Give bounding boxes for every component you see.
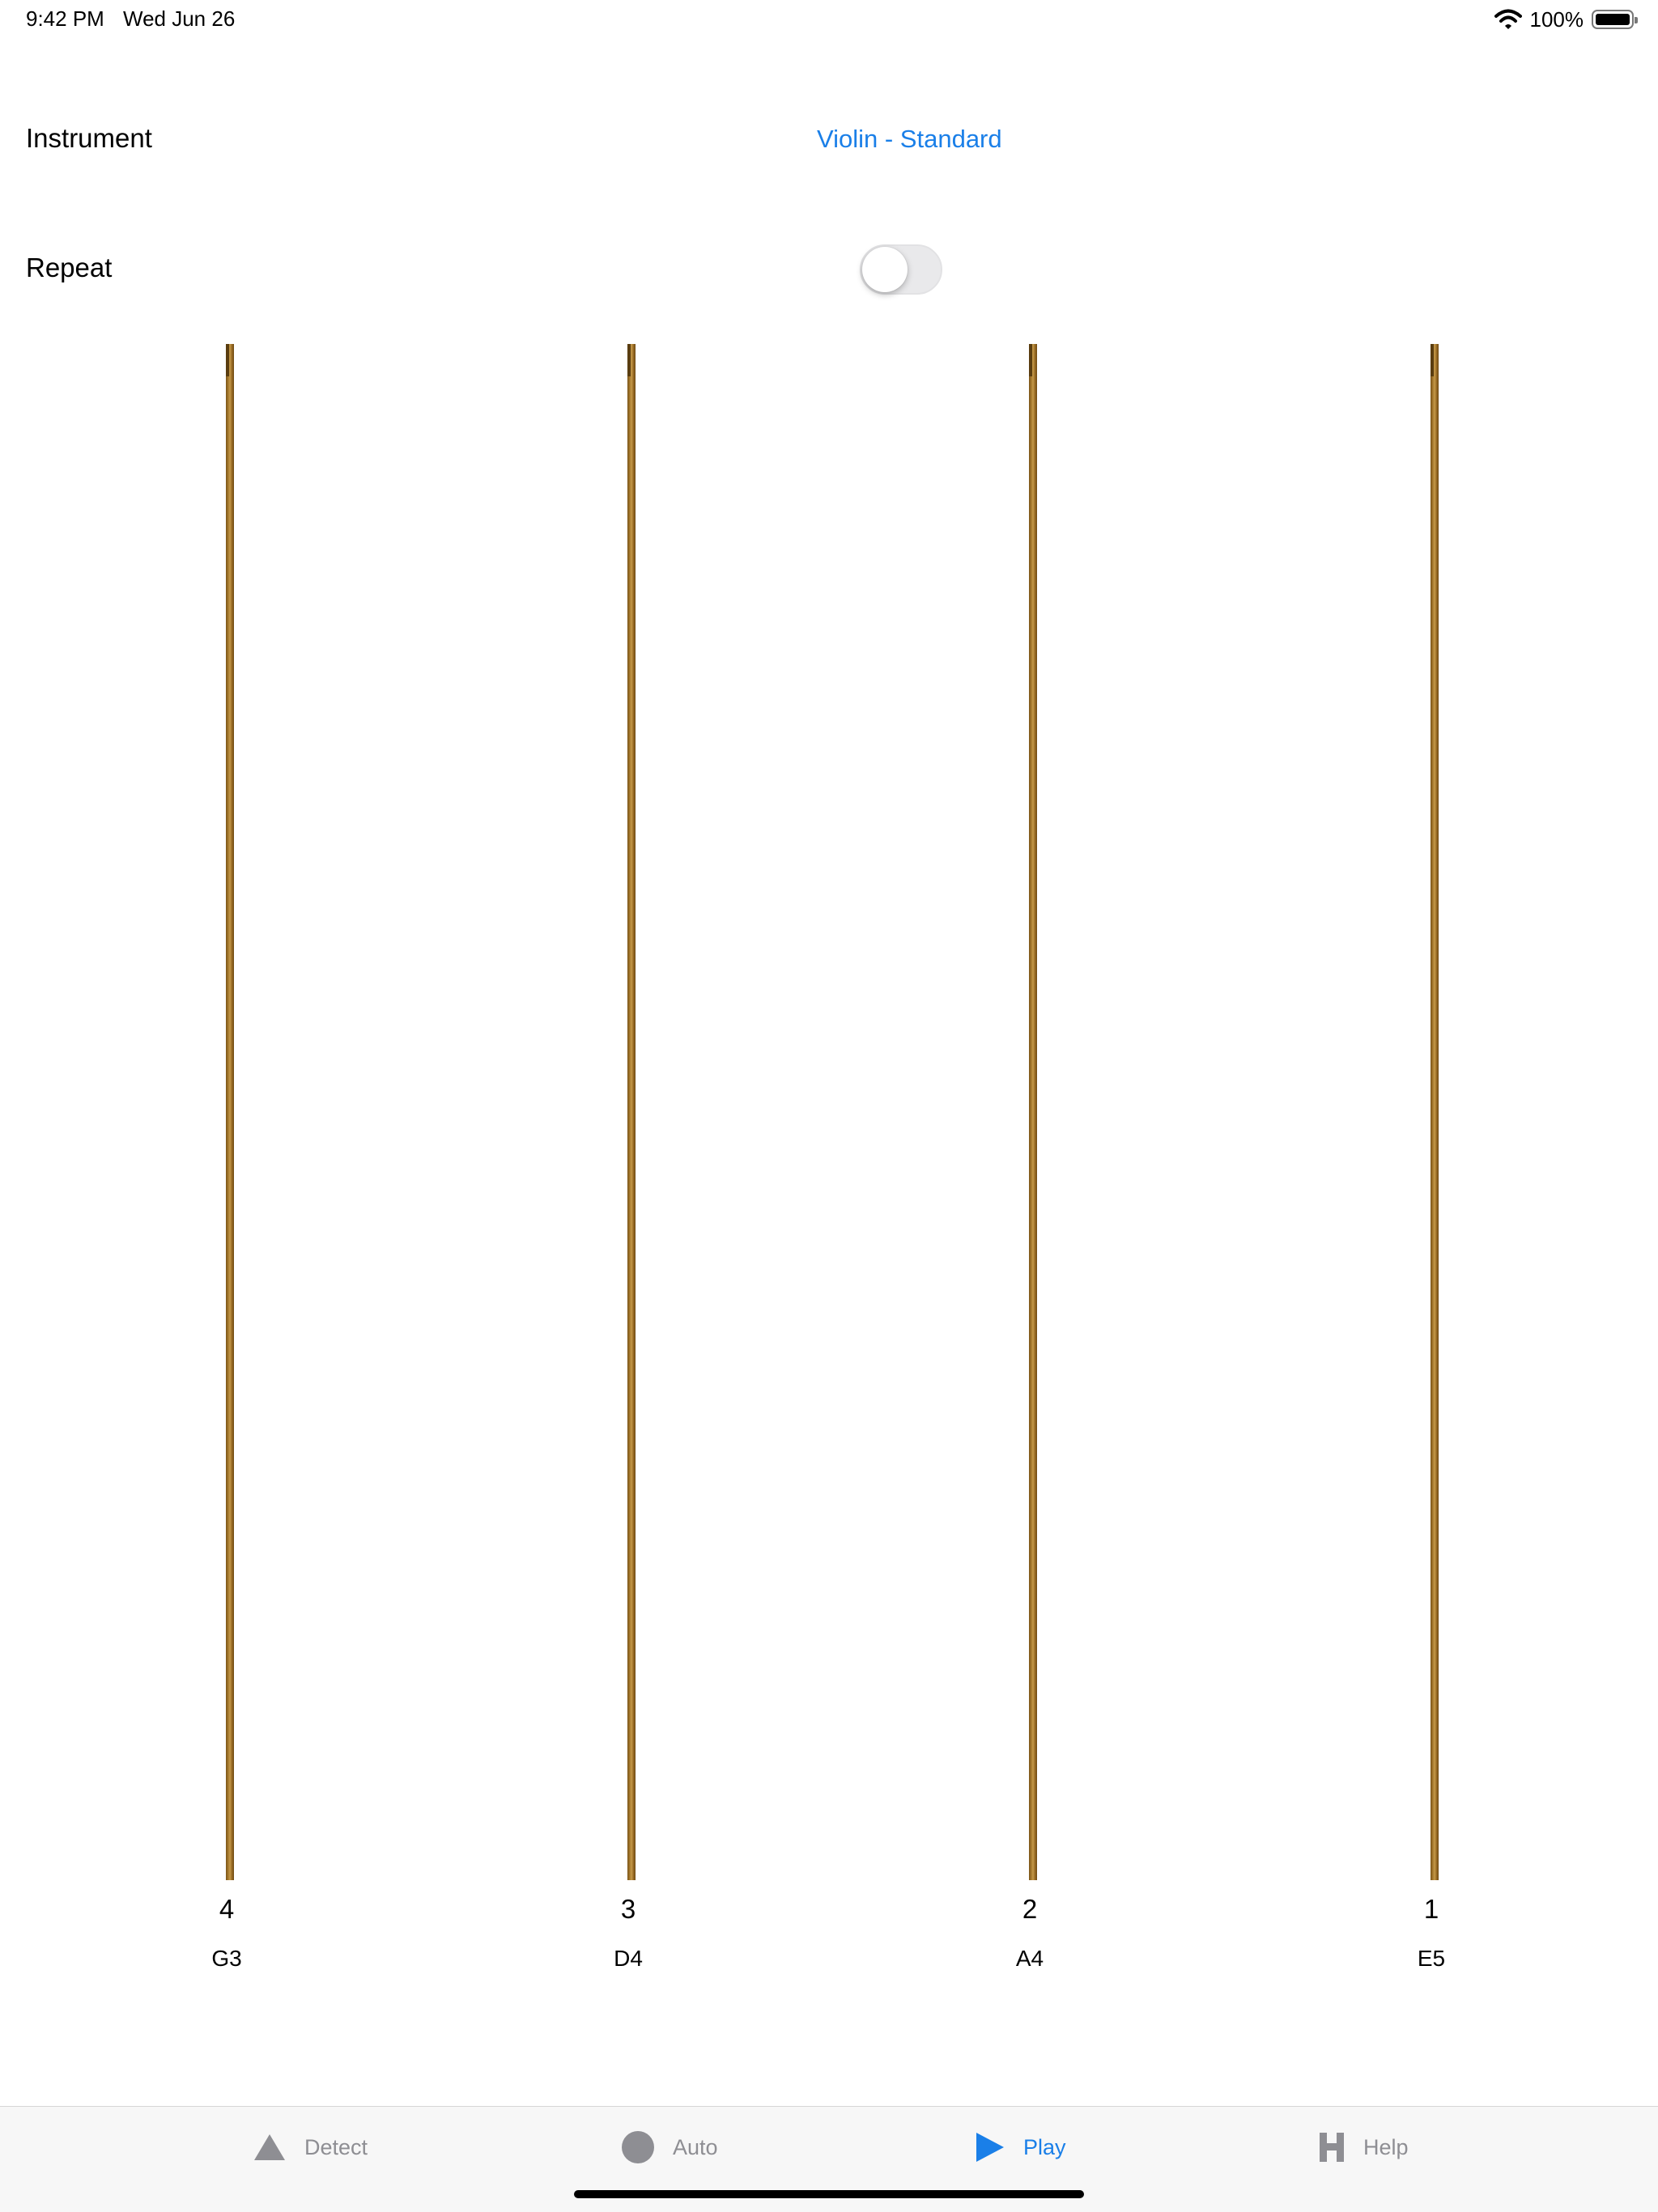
- string-note: E5: [1417, 1946, 1446, 1971]
- tab-label: Help: [1363, 2134, 1409, 2159]
- tab-label: Auto: [673, 2134, 718, 2159]
- tab-help[interactable]: Help: [1318, 2129, 1409, 2165]
- string-2[interactable]: [1029, 344, 1037, 1880]
- string-1[interactable]: [1431, 344, 1439, 1880]
- circle-icon: [621, 2130, 655, 2164]
- string-note: A4: [1015, 1946, 1044, 1971]
- tab-detect[interactable]: Detect: [253, 2129, 368, 2165]
- string-note: D4: [614, 1946, 643, 1971]
- play-icon: [975, 2131, 1005, 2163]
- status-bar: 9:42 PM Wed Jun 26 100%: [0, 0, 1658, 40]
- repeat-toggle[interactable]: [860, 244, 942, 295]
- battery-icon: [1592, 10, 1638, 29]
- tab-label: Play: [1023, 2134, 1066, 2159]
- battery-percent: 100%: [1529, 6, 1584, 32]
- string-number: 1: [1423, 1894, 1439, 1924]
- string-number: 4: [219, 1894, 235, 1924]
- tab-play[interactable]: Play: [975, 2129, 1066, 2165]
- instrument-label: Instrument: [26, 123, 152, 153]
- status-indicators: 100%: [1494, 6, 1638, 32]
- toggle-knob: [862, 247, 908, 292]
- repeat-label: Repeat: [26, 253, 113, 282]
- home-indicator: [574, 2190, 1084, 2198]
- tab-auto[interactable]: Auto: [621, 2129, 718, 2165]
- status-date: Wed Jun 26: [123, 6, 236, 31]
- string-4[interactable]: [226, 344, 234, 1880]
- string-number: 3: [620, 1894, 636, 1924]
- triangle-icon: [253, 2133, 287, 2162]
- wifi-icon: [1494, 8, 1522, 31]
- string-note: G3: [211, 1946, 242, 1971]
- status-time: 9:42 PM: [26, 6, 104, 31]
- instrument-selector[interactable]: Violin - Standard: [817, 125, 1002, 154]
- string-number: 2: [1022, 1894, 1038, 1924]
- h-icon: [1318, 2131, 1346, 2163]
- string-3[interactable]: [627, 344, 636, 1880]
- tab-label: Detect: [304, 2134, 368, 2159]
